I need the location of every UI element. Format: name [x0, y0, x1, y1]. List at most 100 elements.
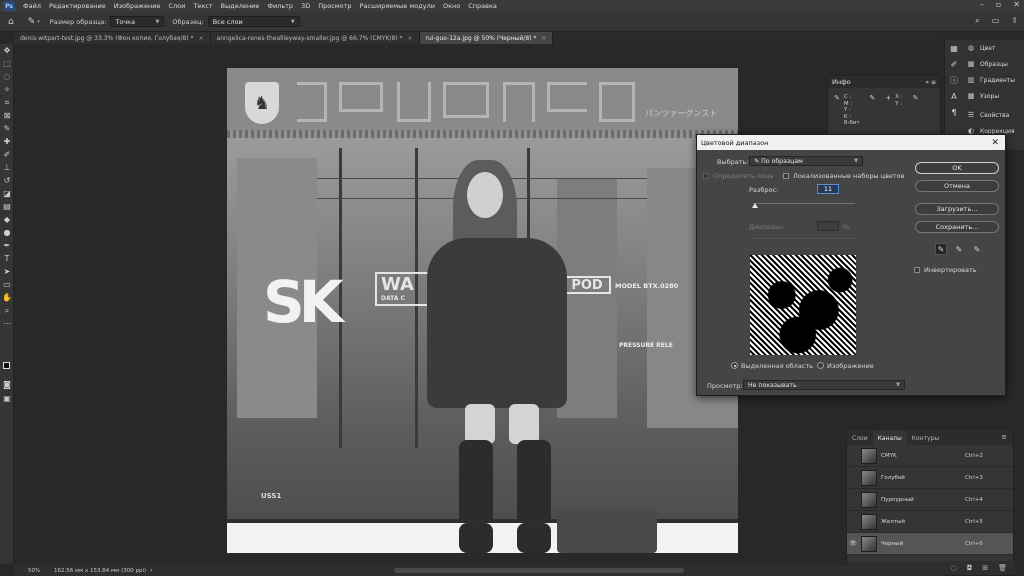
menu-file[interactable]: Файл [19, 2, 45, 10]
select-dropdown[interactable]: ✎ По образцам ▼ [749, 156, 863, 166]
workspace-icon[interactable]: ▭ [992, 16, 1000, 26]
eyedropper-subtract-icon[interactable]: ✎ [971, 243, 983, 255]
tab-document-1[interactable]: denis-witpart-test.jpg @ 33,3% (Фон копи… [14, 32, 211, 44]
tab-channels[interactable]: Каналы [872, 431, 907, 445]
menu-filter[interactable]: Фильтр [263, 2, 297, 10]
menu-help[interactable]: Справка [464, 2, 501, 10]
menu-view[interactable]: Просмотр [314, 2, 355, 10]
close-icon[interactable]: × [408, 35, 413, 42]
horizontal-scrollbar[interactable] [394, 568, 684, 573]
lasso-tool-icon[interactable]: ◌ [0, 70, 14, 83]
preview-dropdown[interactable]: Не показывать ▼ [743, 380, 905, 390]
selection-radio[interactable] [731, 362, 738, 369]
sample-size-select[interactable]: Точка ▼ [110, 16, 165, 27]
load-button[interactable]: Загрузить... [915, 203, 999, 215]
foreground-color-swatch[interactable] [3, 362, 10, 369]
eyedropper-add-icon[interactable]: ✎ [953, 243, 965, 255]
eyedropper-tool-icon[interactable]: ✎ [28, 17, 36, 27]
clone-stamp-icon[interactable]: ⊥ [0, 161, 14, 174]
blur-tool-icon[interactable]: ◆ [0, 213, 14, 226]
maximize-icon[interactable]: ▫ [996, 0, 1001, 9]
menu-select[interactable]: Выделение [217, 2, 264, 10]
tab-document-3[interactable]: rui-guo-12a.jpg @ 50% (Черный/8) * × [419, 32, 554, 44]
document-image[interactable]: ♞ パンツァーグンスト SK WA DATA C POD MODEL BTX.0… [227, 68, 738, 553]
zoom-level[interactable]: 50% [14, 568, 44, 574]
path-selection-icon[interactable]: ➤ [0, 265, 14, 278]
ok-button[interactable]: OK [915, 162, 999, 174]
dodge-tool-icon[interactable]: ● [0, 226, 14, 239]
menu-window[interactable]: Окно [439, 2, 464, 10]
sample-select[interactable]: Все слои ▼ [207, 16, 300, 27]
more-tools-icon[interactable]: ⋯ [0, 317, 14, 330]
gradient-tool-icon[interactable]: ▤ [0, 200, 14, 213]
tool-preset-chevron-icon[interactable]: ▾ [37, 19, 40, 25]
panel-color[interactable]: ◍ Цвет [962, 40, 1024, 56]
detect-faces-checkbox[interactable] [703, 173, 709, 179]
close-icon[interactable]: × [199, 35, 204, 42]
history-brush-icon[interactable]: ↺ [0, 174, 14, 187]
close-icon[interactable]: ✕ [1013, 0, 1020, 9]
marquee-tool-icon[interactable]: ⬚ [0, 57, 14, 70]
info-dock-icon[interactable]: ⓘ [945, 72, 963, 88]
quick-mask-icon[interactable]: ◙ [0, 378, 14, 391]
search-icon[interactable]: ⌕ [975, 16, 979, 26]
panel-swatches[interactable]: ▦ Образцы [962, 56, 1024, 72]
load-selection-icon[interactable]: ◌ [951, 564, 957, 572]
tab-layers[interactable]: Слои [847, 431, 873, 445]
frame-tool-icon[interactable]: ⊠ [0, 109, 14, 122]
brush-dock-icon[interactable]: ✐ [945, 56, 963, 72]
crop-tool-icon[interactable]: ⌗ [0, 96, 14, 109]
channel-row[interactable]: Пурпурный Ctrl+4 [847, 489, 1013, 511]
channel-row[interactable]: Желтый Ctrl+5 [847, 511, 1013, 533]
type-tool-icon[interactable]: T [0, 252, 14, 265]
invert-checkbox[interactable] [914, 267, 920, 273]
save-selection-icon[interactable]: ◘ [967, 564, 973, 572]
menu-plugins[interactable]: Расширяемые модули [356, 2, 439, 10]
home-icon[interactable]: ⌂ [8, 17, 14, 27]
hand-tool-icon[interactable]: ✋ [0, 291, 14, 304]
channel-row[interactable]: CMYK Ctrl+2 [847, 445, 1013, 467]
chevron-right-icon[interactable]: › [150, 567, 152, 574]
new-channel-icon[interactable]: ⊞ [982, 564, 988, 572]
fuzziness-slider-thumb[interactable] [752, 203, 759, 208]
minimize-icon[interactable]: – [980, 0, 984, 9]
menu-3d[interactable]: 3D [297, 2, 314, 10]
brush-tool-icon[interactable]: ✐ [0, 148, 14, 161]
magic-wand-tool-icon[interactable]: ✧ [0, 83, 14, 96]
menu-edit[interactable]: Редактирование [45, 2, 110, 10]
close-icon[interactable]: × [541, 35, 546, 42]
menu-text[interactable]: Текст [189, 2, 216, 10]
menu-image[interactable]: Изображение [110, 2, 165, 10]
panel-patterns[interactable]: ▩ Узоры [962, 88, 1024, 104]
zoom-tool-icon[interactable]: ⌕ [0, 304, 14, 317]
eyedropper-tool-icon[interactable]: ✎ [0, 122, 14, 135]
save-button[interactable]: Сохранить... [915, 221, 999, 233]
pen-tool-icon[interactable]: ✒ [0, 239, 14, 252]
localized-clusters-checkbox[interactable] [783, 173, 789, 179]
paragraph-dock-icon[interactable]: ¶ [945, 104, 963, 120]
tab-paths[interactable]: Контуры [907, 431, 944, 445]
panel-menu-icon[interactable]: » ≡ [925, 79, 936, 86]
panel-properties[interactable]: ☰ Свойства [962, 107, 1024, 123]
channel-row[interactable]: Голубой Ctrl+3 [847, 467, 1013, 489]
delete-channel-icon[interactable]: 🗑 [998, 564, 1007, 572]
move-tool-icon[interactable]: ✥ [0, 44, 14, 57]
eye-icon[interactable]: 👁 [847, 540, 859, 547]
fuzziness-input[interactable]: 11 [817, 184, 839, 194]
eyedropper-sample-icon[interactable]: ✎ [935, 243, 947, 255]
tab-document-2[interactable]: anngelica-renes-theallieyway-smaller.jpg… [210, 32, 420, 44]
fuzziness-slider-track[interactable] [753, 203, 855, 204]
image-radio[interactable] [817, 362, 824, 369]
character-dock-icon[interactable]: A [945, 88, 963, 104]
eraser-tool-icon[interactable]: ◪ [0, 187, 14, 200]
channel-row-selected[interactable]: 👁 Черный Ctrl+6 [847, 533, 1013, 555]
menu-layers[interactable]: Слои [164, 2, 189, 10]
panel-gradients[interactable]: ▥ Градиенты [962, 72, 1024, 88]
swatches-dock-icon[interactable]: ▦ [945, 40, 963, 56]
close-icon[interactable]: ✕ [991, 138, 999, 148]
healing-brush-icon[interactable]: ✚ [0, 135, 14, 148]
cancel-button[interactable]: Отмена [915, 180, 999, 192]
share-icon[interactable]: ⇪ [1011, 16, 1018, 26]
rectangle-tool-icon[interactable]: ▭ [0, 278, 14, 291]
panel-menu-icon[interactable]: ≡ [1001, 433, 1007, 441]
